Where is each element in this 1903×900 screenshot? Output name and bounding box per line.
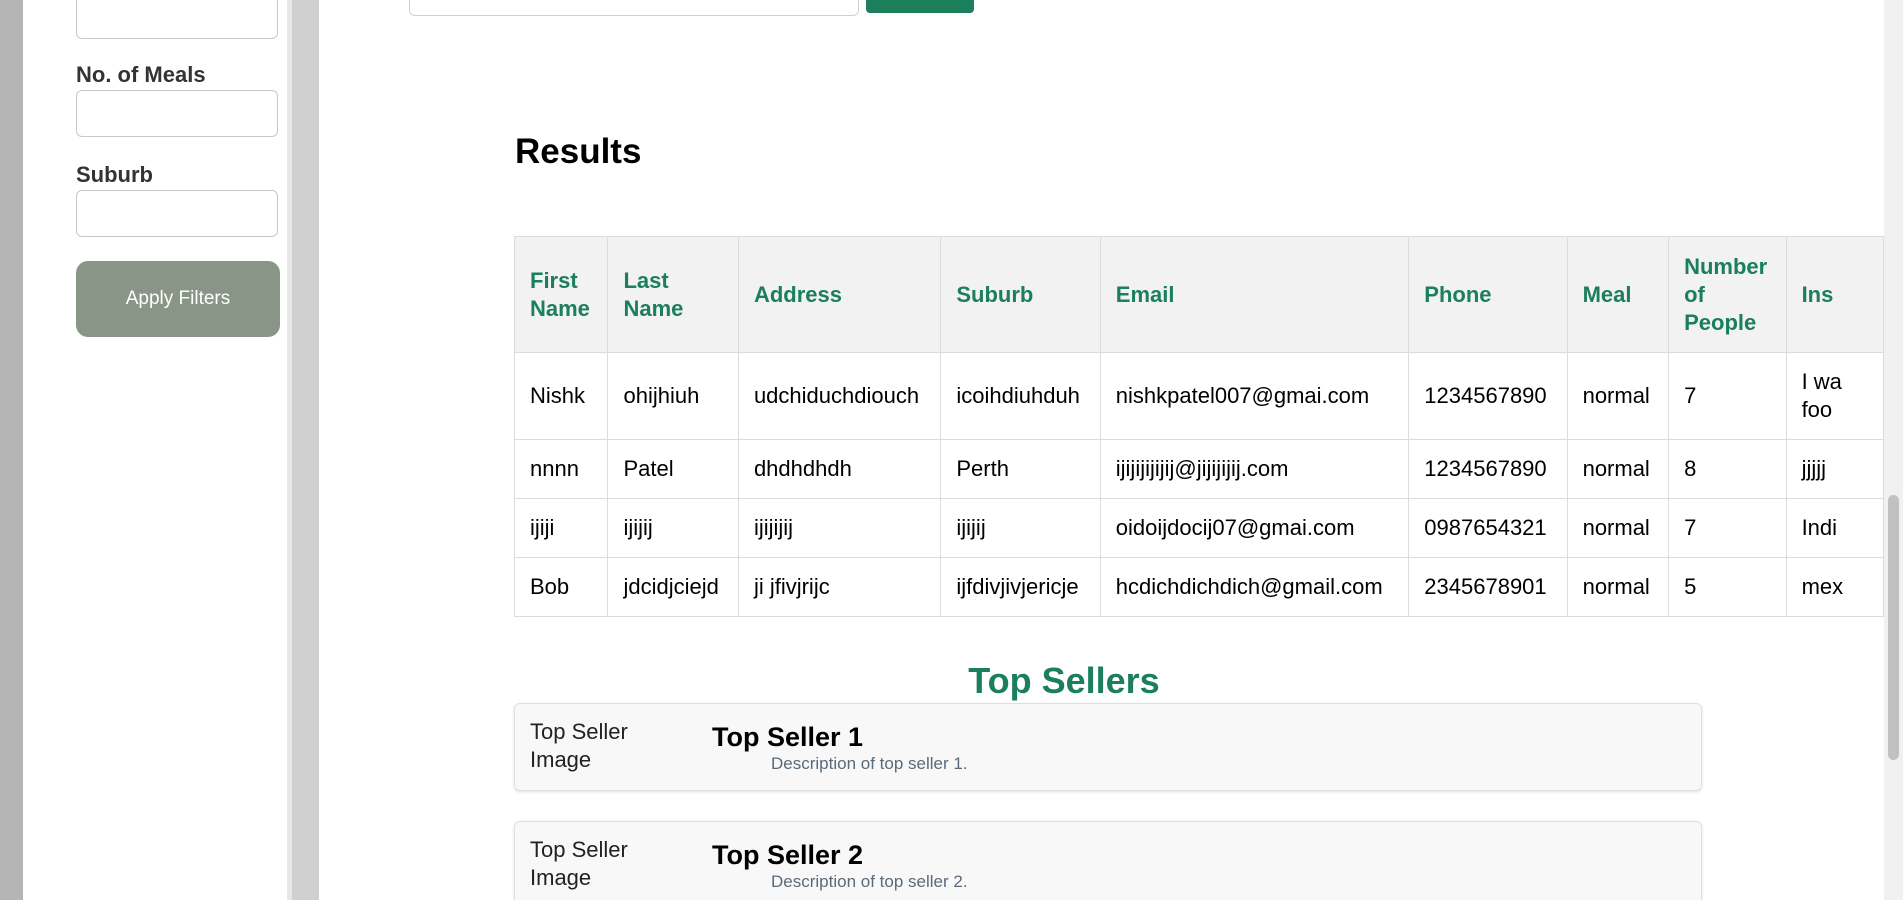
table-cell: normal — [1566, 439, 1670, 499]
table-cell: Nishk — [513, 352, 609, 440]
table-cell: ji jfivjrijc — [737, 557, 942, 617]
table-cell: Perth — [940, 439, 1101, 499]
table-cell: ijijijijijij@jijijijij.com — [1099, 439, 1410, 499]
left-gutter — [0, 0, 23, 900]
table-cell: normal — [1566, 352, 1670, 440]
table-cell: ijijij — [940, 498, 1101, 558]
table-cell: 5 — [1668, 557, 1787, 617]
results-title: Results — [515, 132, 642, 171]
column-header: Number of People — [1668, 236, 1787, 353]
table-cell: oidoijdocij07@gmai.com — [1099, 498, 1410, 558]
column-header: Ins — [1785, 236, 1884, 353]
suburb-input[interactable] — [76, 190, 278, 237]
table-cell: normal — [1566, 498, 1670, 558]
top-seller-description: Description of top seller 2. — [771, 872, 968, 891]
search-input[interactable] — [409, 0, 859, 16]
top-seller-card[interactable]: Top Seller Image Top Seller 1 Descriptio… — [514, 703, 1702, 791]
table-cell: ijijij — [607, 498, 739, 558]
search-button[interactable] — [866, 0, 974, 13]
sidebar-divider — [287, 0, 319, 900]
table-cell: dhdhdhdh — [737, 439, 942, 499]
table-cell: hcdichdichdich@gmail.com — [1099, 557, 1410, 617]
apply-filters-button[interactable]: Apply Filters — [76, 261, 280, 337]
table-cell: udchiduchdiouch — [737, 352, 942, 440]
filter-input-top[interactable] — [76, 0, 278, 39]
table-cell: mex — [1785, 557, 1884, 617]
column-header: Address — [737, 236, 942, 353]
column-header: First Name — [513, 236, 609, 353]
table-header-row: First Name Last Name Address Suburb Emai… — [513, 236, 1884, 353]
results-table: First Name Last Name Address Suburb Emai… — [513, 236, 1884, 617]
table-row: ijiji ijijij ijijijij ijijij oidoijdocij… — [513, 498, 1884, 558]
meals-input[interactable] — [76, 90, 278, 137]
table-row: Bob jdcidjciejd ji jfivjrijc ijfdivjivje… — [513, 557, 1884, 617]
vertical-scrollbar[interactable] — [1884, 0, 1903, 900]
column-header: Last Name — [607, 236, 739, 353]
meals-label: No. of Meals — [76, 62, 206, 87]
table-cell: Bob — [513, 557, 609, 617]
top-seller-description: Description of top seller 1. — [771, 754, 968, 773]
table-cell: 2345678901 — [1408, 557, 1568, 617]
column-header: Phone — [1408, 236, 1568, 353]
table-cell: ijijijij — [737, 498, 942, 558]
table-cell: 0987654321 — [1408, 498, 1568, 558]
table-cell: Patel — [607, 439, 739, 499]
scrollbar-thumb[interactable] — [1888, 495, 1899, 760]
table-cell: nishkpatel007@gmai.com — [1099, 352, 1410, 440]
suburb-label: Suburb — [76, 162, 153, 187]
column-header: Email — [1099, 236, 1410, 353]
table-cell: jjjjj — [1785, 439, 1884, 499]
table-cell: ohijhiuh — [607, 352, 739, 440]
table-cell: ijfdivjivjericje — [940, 557, 1101, 617]
top-seller-card[interactable]: Top Seller Image Top Seller 2 Descriptio… — [514, 821, 1702, 900]
table-cell: 8 — [1668, 439, 1787, 499]
table-cell: 7 — [1668, 498, 1787, 558]
column-header: Suburb — [940, 236, 1101, 353]
column-header: Meal — [1566, 236, 1670, 353]
top-seller-name: Top Seller 1 — [712, 722, 864, 752]
top-seller-name: Top Seller 2 — [712, 840, 864, 870]
filter-sidebar: No. of Meals Suburb Apply Filters — [23, 0, 287, 900]
top-sellers-title: Top Sellers — [968, 660, 1160, 701]
main-content: Results First Name Last Name Address Sub… — [319, 0, 1884, 900]
top-seller-image: Top Seller Image — [530, 837, 628, 890]
table-cell: ijiji — [513, 498, 609, 558]
table-cell: 1234567890 — [1408, 439, 1568, 499]
table-cell: nnnn — [513, 439, 609, 499]
table-cell: 1234567890 — [1408, 352, 1568, 440]
table-cell: Indi — [1785, 498, 1884, 558]
table-cell: icoihdiuhduh — [940, 352, 1101, 440]
table-row: nnnn Patel dhdhdhdh Perth ijijijijijij@j… — [513, 439, 1884, 499]
table-cell: normal — [1566, 557, 1670, 617]
table-cell: jdcidjciejd — [607, 557, 739, 617]
apply-filters-label: Apply Filters — [125, 288, 231, 309]
table-cell: 7 — [1668, 352, 1787, 440]
table-cell: I wa foo — [1785, 352, 1884, 440]
top-seller-image: Top Seller Image — [530, 719, 628, 772]
table-row: Nishk ohijhiuh udchiduchdiouch icoihdiuh… — [513, 352, 1884, 440]
